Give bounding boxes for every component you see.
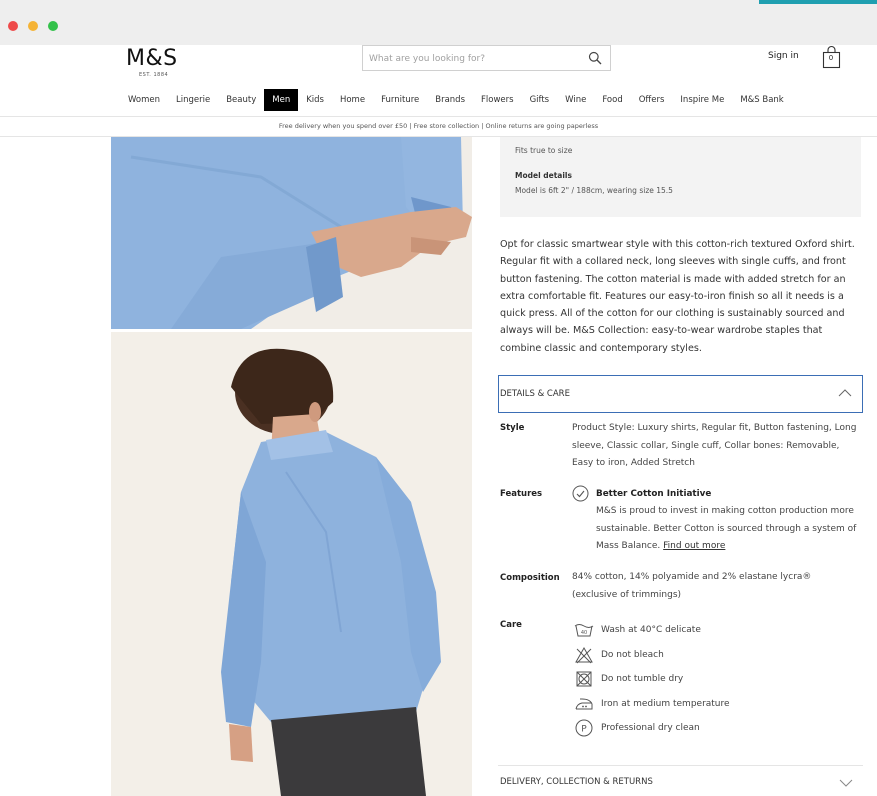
site-logo[interactable]: M&S — [126, 46, 178, 71]
composition-value: 84% cotton, 14% polyamide and 2% elastan… — [572, 572, 812, 600]
product-description: Opt for classic smartwear style with thi… — [500, 239, 855, 354]
feature-text: M&S is proud to invest in making cotton … — [596, 506, 857, 551]
wash-40-icon: 40 — [574, 624, 594, 637]
promo-strip: Free delivery when you spend over £50 | … — [0, 116, 877, 137]
care-item: Do not tumble dry — [574, 669, 683, 689]
nav-item-inspire-me[interactable]: Inspire Me — [672, 89, 732, 111]
chevron-up-icon[interactable] — [838, 388, 852, 398]
nav-item-brands[interactable]: Brands — [427, 89, 473, 111]
sign-in-link[interactable]: Sign in — [768, 51, 799, 61]
browser-accent-bar — [759, 0, 877, 4]
model-details-text: Model is 6ft 2" / 188cm, wearing size 15… — [515, 186, 673, 195]
care-text: Professional dry clean — [601, 723, 700, 733]
nav-item-women[interactable]: Women — [120, 89, 168, 111]
nav-item-ms-bank[interactable]: M&S Bank — [732, 89, 791, 111]
cuff-photo-illustration — [111, 137, 472, 329]
product-image-back[interactable] — [111, 332, 472, 796]
minimize-window-button[interactable] — [28, 21, 38, 31]
logo-tagline: EST. 1884 — [139, 72, 169, 78]
care-label: Care — [500, 620, 522, 630]
search-box[interactable] — [362, 45, 611, 71]
care-text: Iron at medium temperature — [601, 699, 730, 709]
care-text: Do not bleach — [601, 650, 664, 660]
find-out-more-link[interactable]: Find out more — [663, 541, 725, 551]
search-input[interactable] — [369, 52, 579, 66]
nav-item-lingerie[interactable]: Lingerie — [168, 89, 218, 111]
details-care-title: DETAILS & CARE — [500, 389, 570, 399]
model-details-title: Model details — [515, 171, 572, 180]
feature-text-block: M&S is proud to invest in making cotton … — [596, 503, 860, 556]
search-icon[interactable] — [588, 51, 602, 65]
care-text: Wash at 40°C delicate — [601, 625, 701, 635]
promo-strip-text[interactable]: Free delivery when you spend over £50 | … — [0, 122, 877, 130]
svg-text:P: P — [581, 725, 587, 735]
no-tumble-dry-icon — [576, 671, 592, 687]
close-window-button[interactable] — [8, 21, 18, 31]
nav-item-kids[interactable]: Kids — [298, 89, 332, 111]
professional-dry-clean-icon: P — [575, 719, 593, 737]
bag-count: 0 — [828, 54, 834, 62]
nav-item-men[interactable]: Men — [264, 89, 299, 111]
chevron-down-icon[interactable] — [839, 778, 853, 788]
delivery-accordion-title: DELIVERY, COLLECTION & RETURNS — [500, 777, 653, 787]
nav-item-wine[interactable]: Wine — [557, 89, 594, 111]
features-label: Features — [500, 489, 543, 499]
iron-medium-icon — [575, 698, 593, 710]
product-image-cuff[interactable] — [111, 137, 472, 329]
care-item: 40 Wash at 40°C delicate — [574, 620, 701, 640]
details-care-accordion[interactable]: DETAILS & CARE — [498, 375, 863, 413]
svg-text:40: 40 — [581, 630, 587, 636]
nav-item-offers[interactable]: Offers — [631, 89, 673, 111]
care-text: Do not tumble dry — [601, 674, 684, 684]
nav-item-furniture[interactable]: Furniture — [373, 89, 427, 111]
style-label: Style — [500, 423, 525, 433]
shopping-bag-button[interactable]: 0 — [820, 45, 844, 69]
browser-chrome — [0, 0, 877, 45]
main-nav: Women Lingerie Beauty Men Kids Home Furn… — [120, 88, 792, 112]
care-item: Iron at medium temperature — [574, 694, 730, 714]
composition-label: Composition — [500, 573, 560, 583]
delivery-accordion[interactable]: DELIVERY, COLLECTION & RETURNS — [498, 765, 863, 796]
care-item: Do not bleach — [574, 645, 664, 665]
care-item: P Professional dry clean — [574, 718, 700, 738]
feature-title: Better Cotton Initiative — [596, 489, 712, 499]
fit-info-box: Fits true to size Model details Model is… — [500, 137, 861, 217]
fit-text: Fits true to size — [515, 146, 573, 155]
nav-item-flowers[interactable]: Flowers — [473, 89, 522, 111]
nav-item-beauty[interactable]: Beauty — [218, 89, 264, 111]
check-circle-icon — [572, 485, 589, 502]
no-bleach-icon — [575, 646, 593, 664]
nav-item-gifts[interactable]: Gifts — [522, 89, 558, 111]
back-view-photo-illustration — [111, 332, 472, 796]
nav-item-food[interactable]: Food — [594, 89, 630, 111]
nav-item-home[interactable]: Home — [332, 89, 373, 111]
maximize-window-button[interactable] — [48, 21, 58, 31]
style-value: Product Style: Luxury shirts, Regular fi… — [572, 423, 857, 468]
